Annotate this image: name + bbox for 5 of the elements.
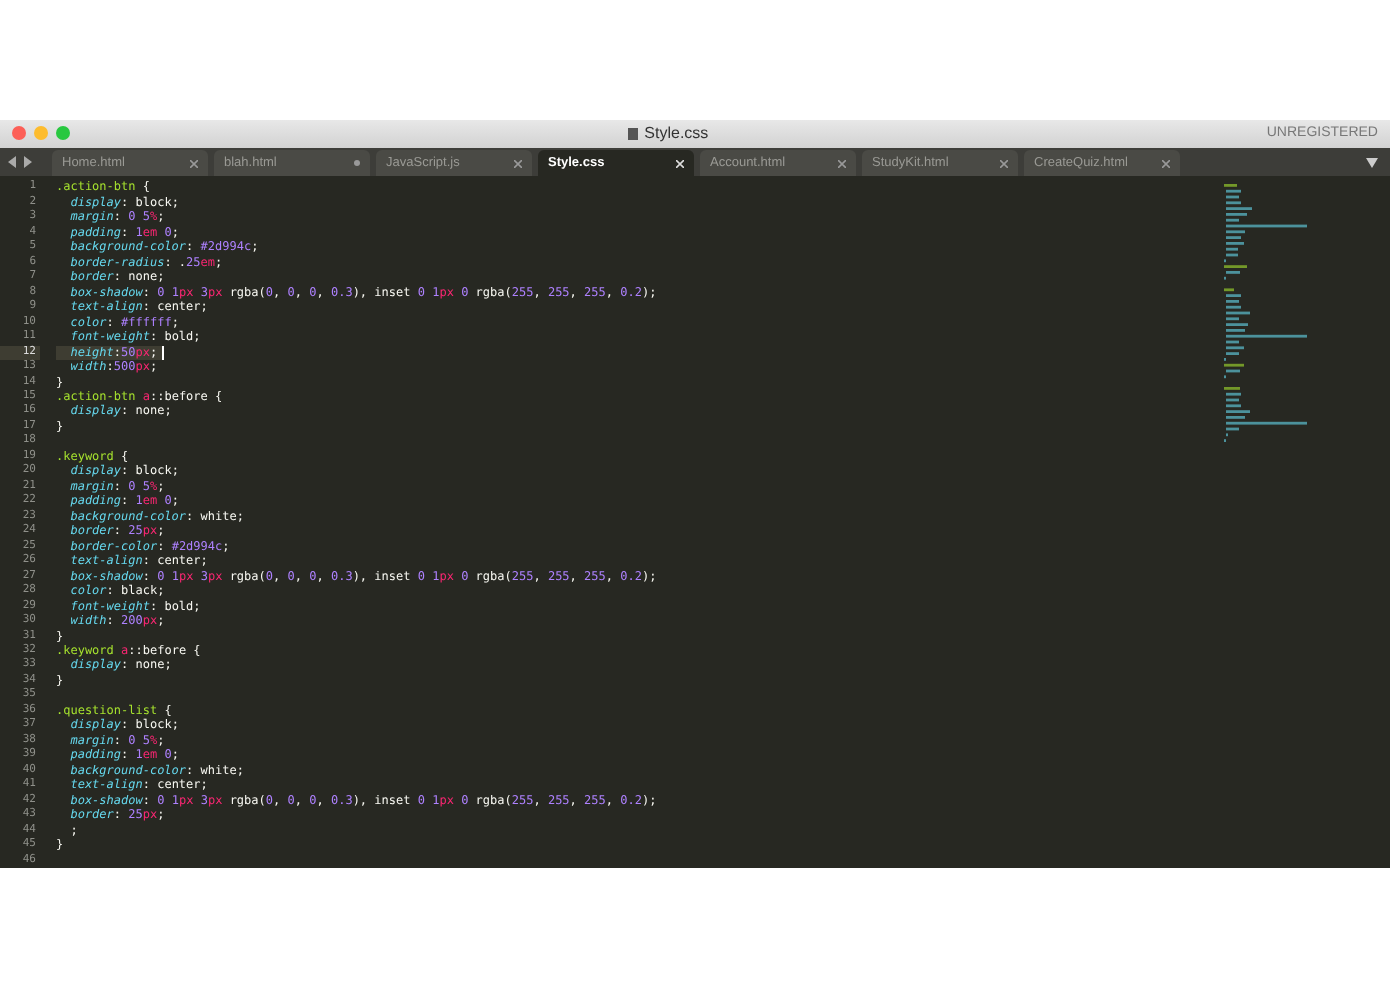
window-title: Style.css [644, 125, 709, 142]
maximize-icon[interactable] [56, 126, 70, 141]
dropdown-icon[interactable] [1366, 158, 1378, 169]
tab-navigation-icon[interactable] [8, 156, 32, 169]
document-icon [628, 127, 639, 140]
